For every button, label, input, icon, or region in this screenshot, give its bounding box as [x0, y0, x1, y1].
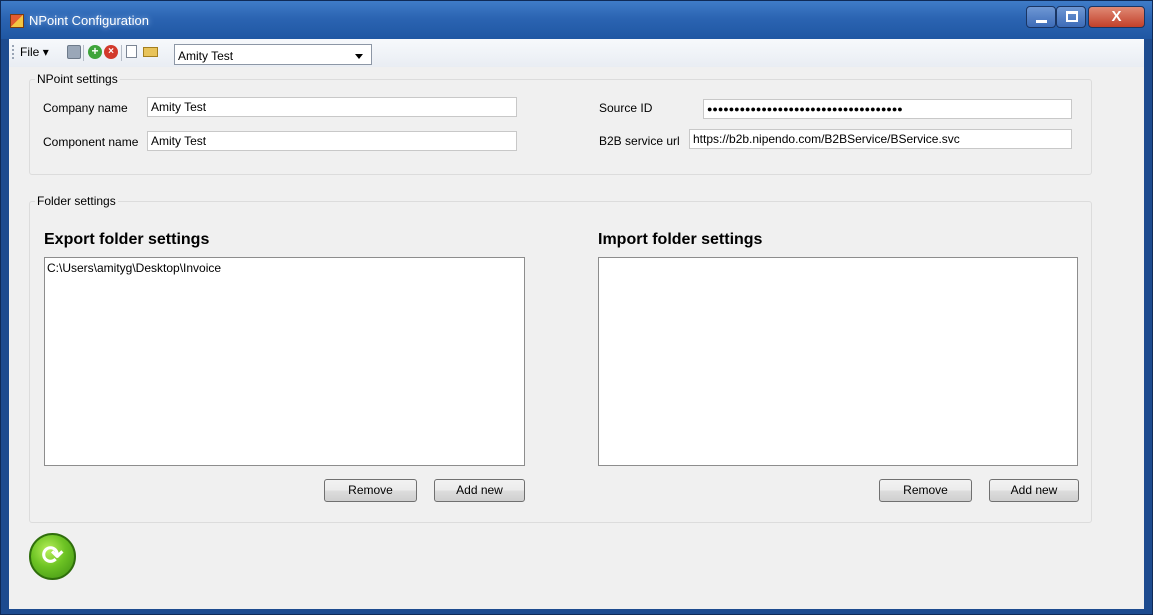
- folder-settings-label: Folder settings: [35, 194, 118, 208]
- toolbar-separator: [83, 45, 84, 61]
- import-folder-title: Import folder settings: [598, 231, 763, 248]
- app-icon: [10, 14, 24, 28]
- add-icon[interactable]: +: [88, 45, 102, 59]
- company-name-field[interactable]: [147, 97, 517, 117]
- close-button[interactable]: X: [1088, 6, 1145, 28]
- import-remove-button[interactable]: Remove: [879, 479, 972, 502]
- chevron-down-icon: ▾: [42, 45, 49, 59]
- profile-combo-value: Amity Test: [178, 49, 234, 63]
- component-name-label: Component name: [43, 135, 139, 149]
- b2b-url-label: B2B service url: [599, 134, 680, 148]
- client-area: File ▾ + × Amity Test NPoint settings Co…: [9, 39, 1144, 609]
- company-name-label: Company name: [43, 101, 128, 115]
- list-item[interactable]: C:\Users\amityg\Desktop\Invoice: [47, 261, 522, 275]
- npoint-settings-group: [29, 79, 1092, 175]
- npoint-settings-label: NPoint settings: [35, 72, 120, 86]
- source-id-field[interactable]: ●●●●●●●●●●●●●●●●●●●●●●●●●●●●●●●●●●●●: [703, 99, 1072, 119]
- profile-combo[interactable]: Amity Test: [174, 44, 372, 65]
- export-folder-list[interactable]: C:\Users\amityg\Desktop\Invoice: [44, 257, 525, 466]
- import-add-new-button[interactable]: Add new: [989, 479, 1079, 502]
- export-add-new-button[interactable]: Add new: [434, 479, 525, 502]
- component-name-field[interactable]: [147, 131, 517, 151]
- dropdown-arrow-icon[interactable]: [355, 54, 363, 59]
- import-folder-list[interactable]: [598, 257, 1078, 466]
- toolbar: File ▾ + × Amity Test: [9, 39, 1144, 67]
- window-title: NPoint Configuration: [29, 13, 149, 28]
- minimize-icon: [1036, 20, 1047, 23]
- file-menu-label: File: [20, 45, 40, 59]
- refresh-icon: ⟳: [41, 540, 64, 570]
- toolbar-separator: [121, 45, 122, 61]
- app-window: NPoint Configuration X File ▾ + × Amity: [0, 0, 1153, 615]
- maximize-button[interactable]: [1056, 6, 1086, 28]
- export-remove-button[interactable]: Remove: [324, 479, 417, 502]
- b2b-url-field[interactable]: [689, 129, 1072, 149]
- export-folder-title: Export folder settings: [44, 231, 210, 248]
- open-folder-icon[interactable]: [143, 47, 158, 57]
- close-icon: X: [1111, 8, 1122, 25]
- maximize-icon: [1066, 11, 1078, 22]
- save-icon[interactable]: [67, 45, 81, 59]
- minimize-button[interactable]: [1026, 6, 1056, 28]
- title-bar[interactable]: NPoint Configuration X: [1, 1, 1152, 39]
- delete-icon[interactable]: ×: [104, 45, 118, 59]
- new-document-icon[interactable]: [126, 45, 137, 58]
- source-id-label: Source ID: [599, 101, 653, 115]
- file-menu[interactable]: File ▾: [20, 45, 49, 59]
- sync-refresh-button[interactable]: ⟳: [29, 533, 76, 580]
- toolbar-grip-icon[interactable]: [12, 45, 14, 61]
